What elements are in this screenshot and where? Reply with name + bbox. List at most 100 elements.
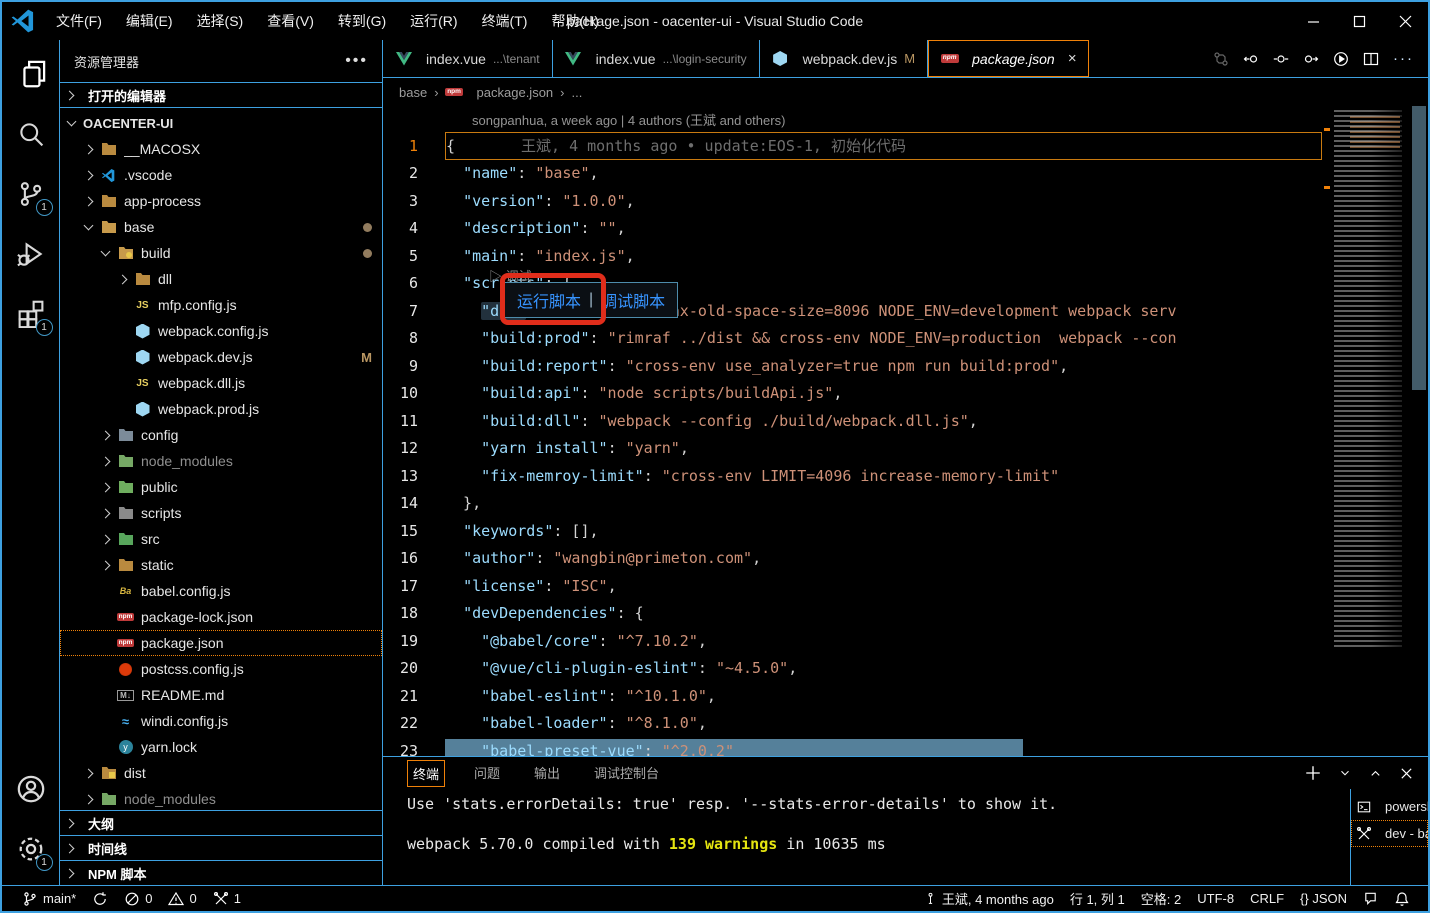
code-line-14[interactable]: 14 },	[383, 490, 1324, 518]
code-line-4[interactable]: 4 "description": "",	[383, 215, 1324, 243]
tree-item-postcss.config.js[interactable]: postcss.config.js	[60, 656, 382, 682]
code-line-18[interactable]: 18 "devDependencies": {	[383, 600, 1324, 628]
scrollbar-thumb[interactable]	[1412, 106, 1426, 390]
activitybar-files[interactable]	[7, 48, 55, 100]
status-行 1, 列 1[interactable]: 行 1, 列 1	[1064, 888, 1131, 910]
tree-item-webpack.config.js[interactable]: webpack.config.js	[60, 318, 382, 344]
activitybar-run-debug[interactable]	[7, 228, 55, 280]
run-script-icon[interactable]	[1333, 51, 1349, 67]
sidebar-section-大纲[interactable]: 大纲	[60, 810, 382, 835]
tree-item-app-process[interactable]: app-process	[60, 188, 382, 214]
debug-script-link[interactable]: 调试脚本	[601, 288, 665, 312]
menu-查看[interactable]: 查看(V)	[257, 6, 324, 36]
code-line-2[interactable]: 2 "name": "base",	[383, 160, 1324, 188]
panel-tab-问题[interactable]: 问题	[469, 760, 505, 787]
menu-帮助[interactable]: 帮助(H)	[541, 6, 608, 36]
tab-webpack.dev.js[interactable]: webpack.dev.jsM	[760, 40, 929, 77]
tree-item-node_modules[interactable]: node_modules	[60, 786, 382, 810]
tab-package.json[interactable]: npmpackage.json×	[928, 40, 1089, 77]
breadcrumb-item[interactable]: package.json	[477, 85, 554, 100]
terminal-instance-dev - ba...[interactable]: dev - ba...(	[1351, 820, 1428, 847]
status-UTF-8[interactable]: UTF-8	[1191, 888, 1240, 910]
tree-item-node_modules[interactable]: node_modules	[60, 448, 382, 474]
sidebar-more-actions-icon[interactable]: •••	[345, 52, 368, 70]
panel-tab-输出[interactable]: 输出	[529, 760, 565, 787]
tree-item-yarn.lock[interactable]: yyarn.lock	[60, 734, 382, 760]
tree-item-build[interactable]: build	[60, 240, 382, 266]
tree-item-static[interactable]: static	[60, 552, 382, 578]
code-line-10[interactable]: 10 "build:api": "node scripts/buildApi.j…	[383, 380, 1324, 408]
previous-change-icon[interactable]	[1243, 51, 1259, 67]
codelens-authors[interactable]: songpanhua, a week ago | 4 authors (王斌 a…	[383, 106, 1324, 132]
terminal-instance-powershell[interactable]: powershell	[1351, 793, 1428, 820]
tab-index.vue[interactable]: index.vue...\login-security	[553, 40, 760, 77]
tree-item-mfp.config.js[interactable]: JSmfp.config.js	[60, 292, 382, 318]
tree-item-webpack.prod.js[interactable]: webpack.prod.js	[60, 396, 382, 422]
tree-item-webpack.dev.js[interactable]: webpack.dev.jsM	[60, 344, 382, 370]
status-blame[interactable]: 王斌, 4 months ago	[918, 888, 1060, 910]
status-tools[interactable]: 1	[207, 888, 247, 910]
code-line-15[interactable]: 15 "keywords": [],	[383, 517, 1324, 545]
sidebar-section-NPM 脚本[interactable]: NPM 脚本	[60, 860, 382, 885]
open-editors-section[interactable]: 打开的编辑器	[60, 82, 382, 108]
new-terminal-icon[interactable]	[1304, 764, 1322, 782]
breadcrumb-item[interactable]: base	[399, 85, 427, 100]
code-line-13[interactable]: 13 "fix-memroy-limit": "cross-env LIMIT=…	[383, 462, 1324, 490]
code-line-8[interactable]: 8 "build:prod": "rimraf ../dist && cross…	[383, 325, 1324, 353]
activitybar-extensions[interactable]: 1	[7, 288, 55, 340]
activitybar-search[interactable]	[7, 108, 55, 160]
status-sync[interactable]	[86, 888, 114, 910]
tree-item-base[interactable]: base	[60, 214, 382, 240]
chevron-up-icon[interactable]	[1368, 766, 1383, 781]
tree-item-package.json[interactable]: npmpackage.json	[60, 630, 382, 656]
tree-item-babel.config.js[interactable]: Bababel.config.js	[60, 578, 382, 604]
breadcrumb[interactable]: base›npmpackage.json›...	[383, 78, 1428, 106]
tree-item-__MACOSX[interactable]: __MACOSX	[60, 136, 382, 162]
tree-item-dll[interactable]: dll	[60, 266, 382, 292]
tree-item-scripts[interactable]: scripts	[60, 500, 382, 526]
status-CRLF[interactable]: CRLF	[1244, 888, 1290, 910]
menu-文件[interactable]: 文件(F)	[46, 6, 112, 36]
code-line-9[interactable]: 9 "build:report": "cross-env use_analyze…	[383, 352, 1324, 380]
panel-tab-终端[interactable]: 终端	[407, 760, 445, 787]
tree-item-public[interactable]: public	[60, 474, 382, 500]
chevron-down-icon[interactable]	[1338, 766, 1352, 780]
status-feedback[interactable]	[1357, 888, 1384, 910]
panel-tab-调试控制台[interactable]: 调试控制台	[589, 760, 664, 787]
menu-运行[interactable]: 运行(R)	[400, 6, 467, 36]
activitybar-account[interactable]	[7, 763, 55, 815]
menu-选择[interactable]: 选择(S)	[187, 6, 254, 36]
breadcrumb-item[interactable]: ...	[572, 85, 583, 100]
status-bell[interactable]	[1388, 888, 1416, 910]
menu-编辑[interactable]: 编辑(E)	[116, 6, 183, 36]
code-line-16[interactable]: 16 "author": "wangbin@primeton.com",	[383, 545, 1324, 573]
next-change-icon[interactable]	[1303, 51, 1319, 67]
status-warning[interactable]: 0	[162, 888, 202, 910]
current-change-icon[interactable]	[1273, 51, 1289, 67]
minimap[interactable]	[1324, 106, 1410, 756]
status-空格: 2[interactable]: 空格: 2	[1135, 888, 1187, 910]
code-line-19[interactable]: 19 "@babel/core": "^7.10.2",	[383, 627, 1324, 655]
menu-转到[interactable]: 转到(G)	[328, 6, 396, 36]
tree-item-windi.config.js[interactable]: ≈windi.config.js	[60, 708, 382, 734]
code-line-3[interactable]: 3 "version": "1.0.0",	[383, 187, 1324, 215]
sidebar-section-时间线[interactable]: 时间线	[60, 835, 382, 860]
tree-item-config[interactable]: config	[60, 422, 382, 448]
maximize-button[interactable]	[1336, 2, 1382, 40]
close-tab-icon[interactable]: ×	[1068, 50, 1077, 67]
close-window-button[interactable]	[1382, 2, 1428, 40]
minimize-button[interactable]	[1290, 2, 1336, 40]
split-editor-icon[interactable]	[1363, 51, 1379, 67]
terminal-output[interactable]: Use 'stats.errorDetails: true' resp. '--…	[383, 789, 1350, 885]
activitybar-settings[interactable]: 1	[7, 823, 55, 875]
code-line-11[interactable]: 11 "build:dll": "webpack --config ./buil…	[383, 407, 1324, 435]
code-line-17[interactable]: 17 "license": "ISC",	[383, 572, 1324, 600]
code-line-20[interactable]: 20 "@vue/cli-plugin-eslint": "~4.5.0",	[383, 655, 1324, 683]
tree-item-dist[interactable]: dist	[60, 760, 382, 786]
more-actions-icon[interactable]: ···	[1393, 50, 1414, 68]
status-error[interactable]: 0	[118, 888, 158, 910]
tree-item-README.md[interactable]: M↓README.md	[60, 682, 382, 708]
code-line-12[interactable]: 12 "yarn install": "yarn",	[383, 435, 1324, 463]
code-area[interactable]: songpanhua, a week ago | 4 authors (王斌 a…	[383, 106, 1324, 756]
code-line-1[interactable]: 1{王斌, 4 months ago • update:EOS-1, 初始化代码	[383, 132, 1324, 160]
